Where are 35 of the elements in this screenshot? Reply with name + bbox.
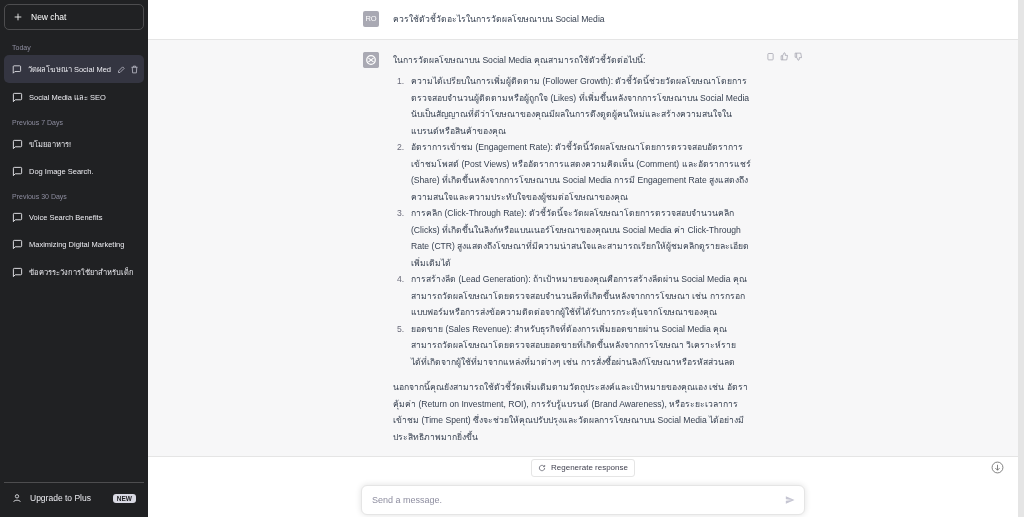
chat-icon — [12, 166, 23, 177]
message-field[interactable]: Send a message. — [361, 485, 805, 515]
refresh-icon — [538, 464, 546, 472]
upgrade-label: Upgrade to Plus — [30, 493, 91, 503]
chat-icon — [12, 212, 23, 223]
chat-icon — [12, 239, 23, 250]
trash-icon[interactable] — [130, 64, 139, 74]
thumbs-up-icon[interactable] — [780, 51, 789, 61]
user-icon — [12, 493, 22, 503]
list-item: การคลิก (Click-Through Rate): ตัวชี้วัดนี้จะวัดผลโฆษณาโดยการตรวจสอบจำนวนคลิก (Clicks) ที่เกิดขึ้นในลิงก์หรือแบนเนอร์โฆษณาของคุณบน Social Media ค่า Click-Through Rate (CTR) สูงแสดงถึงโฆษณาที่มีความน่าสนใจและสามารถเรียกให้ผู้ชมคลิกดูรายละเอียดเพิ่มเติมได้ — [411, 206, 751, 270]
scroll-down-icon[interactable] — [991, 461, 1004, 474]
assistant-avatar-icon — [363, 51, 379, 68]
thumbs-down-icon[interactable] — [794, 51, 803, 61]
chat-icon — [12, 266, 23, 278]
send-icon[interactable] — [785, 495, 795, 505]
user-message: ควรใช้ตัวชี้วัดอะไรในการวัดผลโฆษณาบน Social Media — [393, 12, 606, 26]
list-item: อัตราการเข้าชม (Engagement Rate): ตัวชี้วัดนี้วัดผลโฆษณาโดยการตรวจสอบอัตราการเข้าชมโพสต์ (Post Views) หรืออัตราการแสดงความคิดเห็น (Comment) และอัตราการแชร์ (Share) ที่เกิดขึ้นหลังจากการโฆษณาบน Social Media การมี Engagement Rate สูงแสดงถึงความสนใจและความประทับใจของผู้ชมต่อโฆษณาของคุณ — [411, 140, 752, 205]
chat-icon — [12, 138, 23, 150]
chat-icon — [12, 91, 23, 103]
list-number: 2. — [397, 141, 406, 154]
list-number: 4. — [397, 273, 406, 286]
plus-icon — [13, 12, 23, 22]
response-paragraph: นอกจากนี้คุณยังสามารถใช้ตัวชี้วัดเพิ่มเติมตามวัตถุประสงค์และเป้าหมายของคุณเอง เช่น อัตราคุ้มค่า (Return on Investment, ROI), การรับรู้แบรนด์ (Brand Awareness), หรือระยะเวลาการเข้าชม (Time Spent) ซึ่งจะช่วยให้คุณปรับปรุงและวัดผลการโฆษณาบน Social Media ได้อย่างมีประสิทธิภาพมากยิ่งขึ้น — [393, 380, 749, 444]
list-item: ความได้เปรียบในการเพิ่มผู้ติดตาม (Follower Growth): ตัวชี้วัดนี้ช่วยวัดผลโฆษณาโดยการตรวจสอบจำนวนผู้ติดตามหรือผู้ถูกใจ (Likes) ที่เพิ่มขึ้นหลังจากการโฆษณาบน Social Media นับเป็นสัญญาณที่ดีว่าโฆษณาของคุณมีผลในการดึงดูดผู้คนใหม่และสร้างความสนใจในแบรนด์หรือสินค้าของคุณ — [411, 74, 751, 139]
list-number: 1. — [397, 75, 406, 88]
list-item: ยอดขาย (Sales Revenue): สำหรับธุรกิจที่ต้องการเพิ่มยอดขายผ่าน Social Media คุณสามารถวัดผลโฆษณาโดยตรวจสอบยอดขายที่เกิดขึ้นหลังจากการโฆษณา วิเคราะห์รายได้ที่เกิดจากผู้ใช้ที่มาจากแหล่งที่มาต่างๆ เช่น การสั่งซื้อผ่านลิงก์โฆษณาหรือรหัสส่วนลด — [411, 322, 738, 370]
chat-icon — [12, 63, 22, 75]
list-number: 3. — [397, 207, 406, 220]
list-item: การสร้างลีด (Lead Generation): ถ้าเป้าหมายของคุณคือการสร้างลีดผ่าน Social Media คุณสามารถวัดผลโฆษณาโดยตรวจสอบจำนวนลีดที่เกิดขึ้นหลังจากการโฆษณา เช่น การกรอกแบบฟอร์มหรือการส่งข้อความติดต่อจากผู้ใช้ที่ได้รับการกระตุ้นจากโฆษณาของคุณ — [411, 273, 748, 320]
new-chat-button[interactable]: New chat — [4, 4, 144, 30]
list-number: 5. — [397, 322, 406, 336]
pencil-icon[interactable] — [117, 64, 126, 74]
regenerate-button[interactable]: Regenerate response — [531, 459, 635, 477]
response-intro: ในการวัดผลโฆษณาบน Social Media คุณสามารถใช้ตัวชี้วัดต่อไปนี้: — [393, 53, 647, 68]
copy-icon[interactable] — [766, 51, 775, 61]
